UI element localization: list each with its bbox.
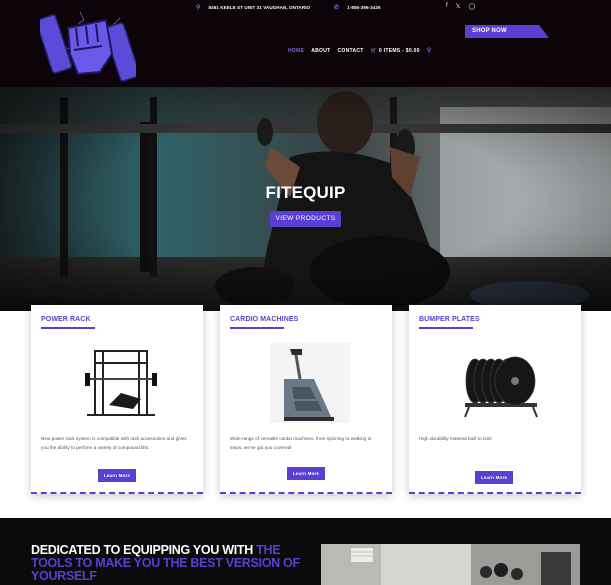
phone-icon: ✆ — [334, 5, 340, 11]
address-info: ⚲ 8461 KEELE ST UNIT 31 VAUGHAN, ONTARIO — [196, 4, 310, 11]
cart-summary[interactable]: 0 ITEMS - $0.00 — [379, 48, 420, 54]
product-card-bumper-plates: BUMPER PLATES High durability material b… — [409, 305, 581, 494]
site-header: ⚲ 8461 KEELE ST UNIT 31 VAUGHAN, ONTARIO… — [0, 0, 611, 87]
card-title-underline — [41, 327, 95, 329]
product-card-cardio: CARDIO MACHINES Wide range of versatile … — [220, 305, 392, 494]
heading-white-part: DEDICATED TO EQUIPPING YOU WITH — [31, 543, 257, 557]
learn-more-button[interactable]: Learn More — [98, 469, 136, 482]
shop-now-button[interactable]: SHOP NOW — [465, 25, 549, 38]
card-title: POWER RACK — [41, 316, 91, 323]
instagram-icon[interactable]: ◯ — [469, 3, 476, 10]
facebook-icon[interactable]: f — [446, 3, 448, 10]
map-pin-icon: ⚲ — [196, 5, 201, 11]
learn-more-button[interactable]: Learn More — [475, 471, 513, 484]
bumper-plates-image — [464, 356, 538, 418]
nav-home[interactable]: HOME — [288, 48, 304, 54]
address-text: 8461 KEELE ST UNIT 31 VAUGHAN, ONTARIO — [208, 5, 311, 10]
stair-climber-image — [270, 343, 350, 423]
gym-interior-graphic — [321, 544, 580, 585]
cart-icon: 🛒 — [370, 47, 378, 54]
nav-contact[interactable]: CONTACT — [337, 48, 363, 54]
gym-interior-photo — [321, 544, 580, 585]
fitequip-logo[interactable] — [40, 6, 136, 86]
hero-banner: FITEQUIP VIEW PRODUCTS — [0, 87, 611, 311]
shop-now-label[interactable]: SHOP NOW — [472, 28, 507, 34]
card-title-underline — [419, 327, 473, 329]
x-icon[interactable]: 𝕏 — [456, 3, 461, 10]
phone-text[interactable]: 1-855-396-3426 — [347, 5, 380, 10]
learn-more-button[interactable]: Learn More — [287, 467, 325, 480]
search-icon[interactable]: ⚲ — [427, 47, 432, 54]
card-title-underline — [230, 327, 284, 329]
about-section: DEDICATED TO EQUIPPING YOU WITH THE TOOL… — [0, 518, 611, 585]
social-links: f 𝕏 ◯ — [446, 3, 475, 10]
card-description: High durability material built to last! — [419, 436, 492, 441]
card-title: CARDIO MACHINES — [230, 316, 299, 323]
card-description: New power rack system is compatible with… — [41, 436, 187, 450]
phone-info[interactable]: ✆ 1-855-396-3426 — [334, 4, 381, 11]
view-products-button[interactable]: VIEW PRODUCTS — [270, 211, 341, 227]
card-title: BUMPER PLATES — [419, 316, 480, 323]
main-nav: HOME ABOUT CONTACT 🛒 0 ITEMS - $0.00 ⚲ — [288, 47, 432, 55]
nav-cart[interactable]: 🛒 0 ITEMS - $0.00 — [371, 48, 420, 54]
nav-about[interactable]: ABOUT — [311, 48, 330, 54]
hero-title: FITEQUIP — [265, 183, 346, 202]
section-heading: DEDICATED TO EQUIPPING YOU WITH THE TOOL… — [31, 544, 301, 583]
product-card-power-rack: POWER RACK New power rack system is comp… — [31, 305, 203, 494]
card-description: Wide range of versatile cardio machines,… — [230, 436, 372, 450]
power-rack-image — [85, 350, 157, 416]
